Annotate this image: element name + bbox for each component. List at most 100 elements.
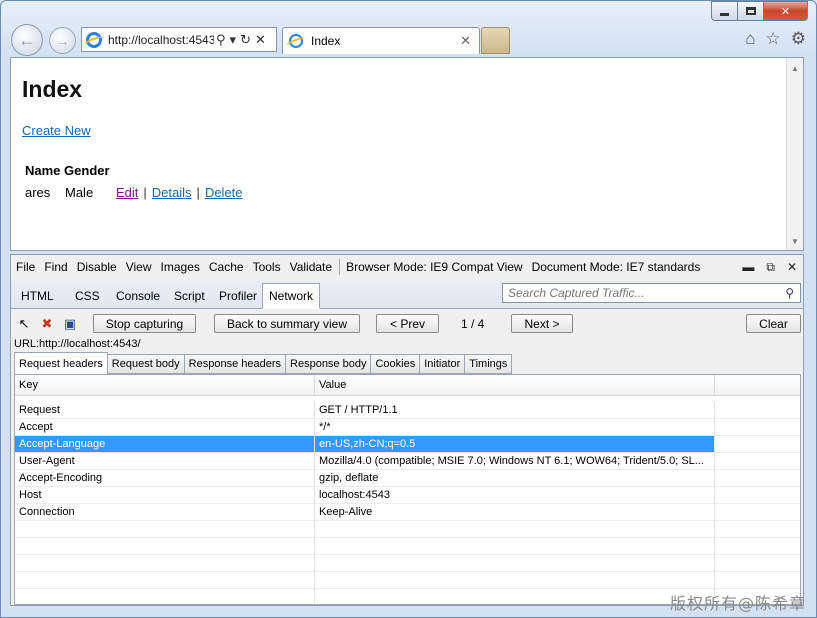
- back-to-summary-button[interactable]: Back to summary view: [214, 314, 360, 333]
- tab-console[interactable]: Console: [110, 283, 166, 309]
- subtab-response-body[interactable]: Response body: [286, 354, 372, 374]
- tab-network[interactable]: Network: [262, 283, 321, 309]
- devtools-close-icon[interactable]: ✕: [787, 260, 797, 275]
- scroll-up-icon[interactable]: ▲: [791, 64, 799, 73]
- forward-button[interactable]: →: [49, 27, 76, 54]
- table-row[interactable]: Accept-Encoding gzip, deflate: [15, 470, 800, 487]
- prev-button[interactable]: < Prev: [376, 314, 439, 333]
- maximize-icon: [745, 7, 756, 15]
- browser-mode-menu[interactable]: Browser Mode: IE9 Compat View: [346, 260, 523, 274]
- table-row[interactable]: [15, 538, 800, 555]
- cell-key: [15, 589, 315, 604]
- menu-validate[interactable]: Validate: [290, 260, 332, 274]
- tab-close-icon[interactable]: ✕: [460, 33, 471, 49]
- table-row[interactable]: Request GET / HTTP/1.1: [15, 402, 800, 419]
- home-icon[interactable]: ⌂: [745, 29, 755, 49]
- menu-view[interactable]: View: [126, 260, 152, 274]
- menu-divider: [339, 259, 341, 275]
- back-button[interactable]: ←: [11, 24, 43, 56]
- menu-file[interactable]: File: [16, 260, 35, 274]
- tab-css[interactable]: CSS: [69, 283, 106, 309]
- search-icon[interactable]: ⚲: [216, 32, 226, 48]
- devtools-undock-icon[interactable]: ⧉: [766, 260, 775, 275]
- cell-value: Mozilla/4.0 (compatible; MSIE 7.0; Windo…: [315, 453, 715, 469]
- menu-cache[interactable]: Cache: [209, 260, 244, 274]
- cell-value: GET / HTTP/1.1: [315, 402, 715, 418]
- table-row[interactable]: Accept-Language en-US,zh-CN;q=0.5: [15, 436, 800, 453]
- page-title: Index: [22, 76, 83, 102]
- devtools-menubar: File Find Disable View Images Cache Tool…: [11, 255, 803, 279]
- column-key[interactable]: Key: [15, 375, 315, 395]
- cell-key: [15, 538, 315, 554]
- table-row[interactable]: Accept */*: [15, 419, 800, 436]
- cell-value: Keep-Alive: [315, 504, 715, 520]
- save-icon[interactable]: ▣: [62, 316, 78, 332]
- close-button[interactable]: ✕: [764, 1, 808, 21]
- subtab-initiator[interactable]: Initiator: [420, 354, 466, 374]
- page-scrollbar[interactable]: ▲ ▼: [786, 58, 803, 250]
- address-url[interactable]: http://localhost:4543/: [108, 33, 214, 47]
- link-separator: |: [143, 185, 147, 200]
- cell-filler: [715, 436, 800, 452]
- stop-capturing-button[interactable]: Stop capturing: [93, 314, 196, 333]
- subtab-cookies[interactable]: Cookies: [371, 354, 421, 374]
- dropdown-arrow-icon[interactable]: ▾: [230, 32, 237, 48]
- table-row[interactable]: Connection Keep-Alive: [15, 504, 800, 521]
- document-mode-menu[interactable]: Document Mode: IE7 standards: [532, 260, 701, 274]
- menu-images[interactable]: Images: [161, 260, 200, 274]
- create-new-link[interactable]: Create New: [22, 123, 91, 138]
- tab-html[interactable]: HTML: [15, 283, 60, 309]
- favorites-star-icon[interactable]: ☆: [766, 29, 781, 49]
- address-bar[interactable]: http://localhost:4543/ ⚲ ▾ ↻ ✕: [81, 27, 277, 52]
- scroll-down-icon[interactable]: ▼: [791, 237, 799, 246]
- edit-link[interactable]: Edit: [116, 185, 138, 200]
- cell-value: */*: [315, 419, 715, 435]
- ie-page-icon: [86, 31, 102, 48]
- grid-row: ares Male Edit | Details | Delete: [25, 185, 243, 200]
- column-value[interactable]: Value: [315, 375, 715, 395]
- maximize-button[interactable]: [738, 1, 764, 21]
- cell-key: [15, 555, 315, 571]
- table-row[interactable]: Host localhost:4543: [15, 487, 800, 504]
- minimize-button[interactable]: [711, 1, 738, 21]
- table-row[interactable]: User-Agent Mozilla/4.0 (compatible; MSIE …: [15, 453, 800, 470]
- table-row[interactable]: [15, 572, 800, 589]
- subtab-request-body[interactable]: Request body: [107, 354, 185, 374]
- clear-browser-cache-icon[interactable]: ✖: [39, 316, 55, 332]
- stop-icon[interactable]: ✕: [255, 32, 266, 48]
- cell-filler: [715, 555, 800, 571]
- menu-tools[interactable]: Tools: [253, 260, 281, 274]
- cell-filler: [715, 453, 800, 469]
- delete-link[interactable]: Delete: [205, 185, 243, 200]
- header-name: Name: [25, 163, 61, 178]
- caption-buttons: ✕: [711, 1, 808, 21]
- minimize-icon: [720, 12, 729, 16]
- search-icon[interactable]: ⚲: [785, 286, 794, 300]
- tab-script[interactable]: Script: [168, 283, 211, 309]
- browser-tab-index[interactable]: Index ✕: [282, 27, 480, 54]
- search-captured-traffic-input[interactable]: Search Captured Traffic... ⚲: [502, 283, 801, 303]
- subtab-request-headers[interactable]: Request headers: [14, 352, 108, 374]
- devtools-minimize-icon[interactable]: ▬: [742, 260, 754, 275]
- menu-find[interactable]: Find: [44, 260, 67, 274]
- clear-button[interactable]: Clear: [746, 314, 801, 333]
- devtools-window-buttons: ▬ ⧉ ✕: [742, 260, 797, 275]
- subtab-response-headers[interactable]: Response headers: [184, 354, 287, 374]
- menu-disable[interactable]: Disable: [77, 260, 117, 274]
- select-element-icon[interactable]: ↖: [16, 316, 32, 332]
- refresh-icon[interactable]: ↻: [240, 32, 251, 48]
- table-row[interactable]: [15, 555, 800, 572]
- new-tab-button[interactable]: [481, 27, 510, 54]
- cell-key: Accept-Encoding: [15, 470, 315, 486]
- request-url: URL:http://localhost:4543/: [14, 338, 141, 350]
- table-row[interactable]: [15, 521, 800, 538]
- cell-filler: [715, 572, 800, 588]
- cell-key: Host: [15, 487, 315, 503]
- page-viewport: Index Create New Name Gender ares Male E…: [10, 57, 804, 251]
- details-link[interactable]: Details: [152, 185, 192, 200]
- cell-value: [315, 572, 715, 588]
- next-button[interactable]: Next >: [511, 314, 573, 333]
- subtab-timings[interactable]: Timings: [465, 354, 513, 374]
- gear-icon[interactable]: ⚙: [791, 29, 806, 49]
- tab-profiler[interactable]: Profiler: [213, 283, 263, 309]
